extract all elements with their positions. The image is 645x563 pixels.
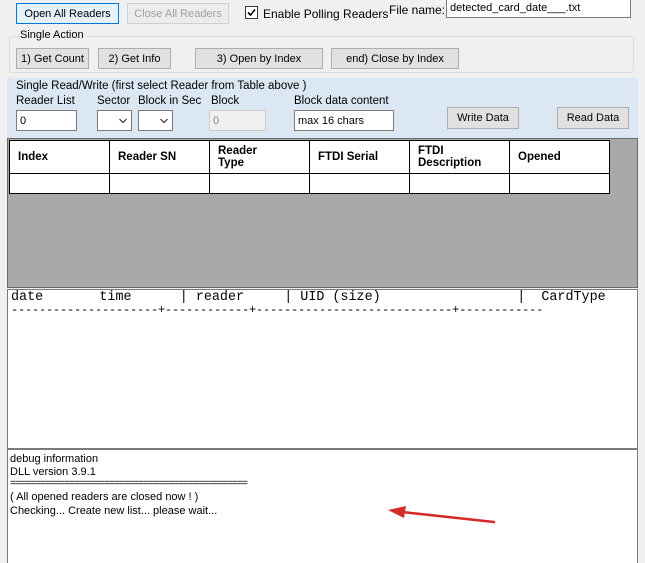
card-log-panel[interactable]: date time | reader | UID (size) | CardTy… — [7, 289, 638, 449]
red-arrow-annotation — [388, 506, 496, 524]
checkmark-icon — [247, 8, 256, 17]
get-info-button[interactable]: 2) Get Info — [98, 48, 171, 69]
block-label: Block — [211, 95, 240, 107]
reader-list-value: 0 — [20, 114, 27, 127]
chevron-down-icon — [119, 118, 127, 124]
col-index[interactable]: Index — [9, 140, 110, 174]
reader-list-input[interactable]: 0 — [16, 110, 77, 131]
col-opened[interactable]: Opened — [509, 140, 610, 174]
table-cell[interactable] — [409, 173, 510, 194]
col-ftdi-serial[interactable]: FTDI Serial — [309, 140, 410, 174]
table-cell[interactable] — [109, 173, 210, 194]
col-reader-type[interactable]: Reader Type — [209, 140, 310, 174]
block-value: 0 — [213, 114, 220, 127]
block-data-value: max 16 chars — [298, 114, 365, 127]
polling-checkbox[interactable] — [245, 6, 258, 19]
table-cell[interactable] — [9, 173, 110, 194]
sector-label: Sector — [97, 95, 131, 107]
table-row[interactable] — [9, 173, 610, 194]
reader-list-label: Reader List — [16, 95, 75, 107]
table-header-row: Index Reader SN Reader Type FTDI Serial … — [9, 140, 610, 174]
debug-line: ========================================… — [10, 478, 248, 489]
block-in-sec-label: Block in Sec — [138, 95, 202, 107]
table-cell[interactable] — [309, 173, 410, 194]
debug-line: DLL version 3.9.1 — [10, 466, 96, 478]
file-name-input[interactable]: detected_card_date___.txt — [446, 0, 631, 18]
block-data-input[interactable]: max 16 chars — [294, 110, 394, 131]
reader-table[interactable]: Index Reader SN Reader Type FTDI Serial … — [7, 138, 638, 288]
chevron-down-icon — [160, 118, 168, 124]
debug-line: ( All opened readers are closed now ! ) — [10, 491, 199, 503]
close-by-index-button[interactable]: end) Close by Index — [331, 48, 459, 69]
debug-line: Checking... Create new list... please wa… — [10, 505, 218, 517]
read-write-title: Single Read/Write (first select Reader f… — [16, 80, 307, 92]
debug-line: debug information — [10, 453, 99, 465]
read-data-button[interactable]: Read Data — [557, 107, 629, 129]
open-all-readers-button[interactable]: Open All Readers — [16, 3, 119, 24]
open-by-index-button[interactable]: 3) Open by Index — [195, 48, 323, 69]
file-name-label: File name: — [389, 3, 446, 17]
table-cell[interactable] — [209, 173, 310, 194]
block-in-sec-select[interactable] — [138, 110, 173, 131]
sector-select[interactable] — [97, 110, 132, 131]
log-separator: ---------------------+------------+-----… — [11, 303, 544, 317]
block-data-label: Block data content — [294, 95, 389, 107]
get-count-button[interactable]: 1) Get Count — [16, 48, 89, 69]
single-action-title: Single Action — [19, 29, 85, 41]
table-cell[interactable] — [509, 173, 610, 194]
col-reader-sn[interactable]: Reader SN — [109, 140, 210, 174]
write-data-button[interactable]: Write Data — [447, 107, 519, 129]
close-all-readers-button[interactable]: Close All Readers — [127, 3, 229, 24]
debug-panel[interactable]: debug information DLL version 3.9.1 ====… — [7, 449, 638, 563]
block-input: 0 — [209, 110, 266, 131]
polling-label: Enable Polling Readers — [263, 7, 389, 21]
col-ftdi-description[interactable]: FTDI Description — [409, 140, 510, 174]
file-name-value: detected_card_date___.txt — [450, 2, 581, 14]
